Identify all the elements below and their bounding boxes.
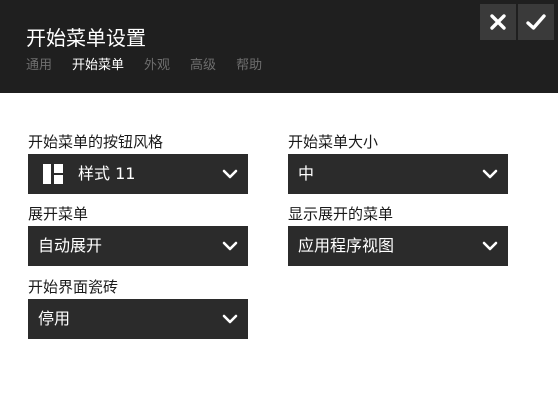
layout-tiles-icon bbox=[43, 164, 63, 184]
tab-start-menu[interactable]: 开始菜单 bbox=[72, 56, 124, 76]
tab-bar: 通用 开始菜单 外观 高级 帮助 bbox=[26, 56, 282, 76]
chevron-down-icon bbox=[222, 314, 238, 324]
show-expanded-select[interactable]: 应用程序视图 bbox=[288, 226, 508, 266]
menu-size-label: 开始菜单大小 bbox=[288, 133, 379, 151]
menu-size-select[interactable]: 中 bbox=[288, 154, 508, 194]
close-icon bbox=[490, 14, 506, 30]
tab-appearance[interactable]: 外观 bbox=[144, 56, 170, 76]
button-style-label: 开始菜单的按钮风格 bbox=[28, 133, 164, 151]
start-tiles-value: 停用 bbox=[38, 309, 71, 328]
settings-window: 开始菜单设置 通用 开始菜单 外观 高级 帮助 开始菜单的按钮风格 样式 11 bbox=[0, 0, 558, 420]
expand-menu-value: 自动展开 bbox=[38, 236, 103, 255]
chevron-down-icon bbox=[222, 169, 238, 179]
show-expanded-label: 显示展开的菜单 bbox=[288, 205, 394, 223]
chevron-down-icon bbox=[222, 241, 238, 251]
tab-help[interactable]: 帮助 bbox=[236, 56, 262, 76]
header-bar: 开始菜单设置 通用 开始菜单 外观 高级 帮助 bbox=[0, 0, 558, 93]
close-button[interactable] bbox=[480, 4, 516, 40]
button-style-select[interactable]: 样式 11 bbox=[28, 154, 248, 194]
button-style-value: 样式 11 bbox=[78, 164, 136, 183]
tab-advanced[interactable]: 高级 bbox=[190, 56, 216, 76]
menu-size-value: 中 bbox=[298, 164, 315, 183]
start-tiles-label: 开始界面瓷砖 bbox=[28, 278, 119, 296]
expand-menu-label: 展开菜单 bbox=[28, 205, 89, 223]
expand-menu-select[interactable]: 自动展开 bbox=[28, 226, 248, 266]
page-title: 开始菜单设置 bbox=[26, 26, 146, 50]
confirm-button[interactable] bbox=[518, 4, 554, 40]
start-tiles-select[interactable]: 停用 bbox=[28, 299, 248, 339]
tab-general[interactable]: 通用 bbox=[26, 56, 52, 76]
show-expanded-value: 应用程序视图 bbox=[298, 236, 395, 255]
chevron-down-icon bbox=[482, 241, 498, 251]
checkmark-icon bbox=[526, 14, 546, 30]
chevron-down-icon bbox=[482, 169, 498, 179]
